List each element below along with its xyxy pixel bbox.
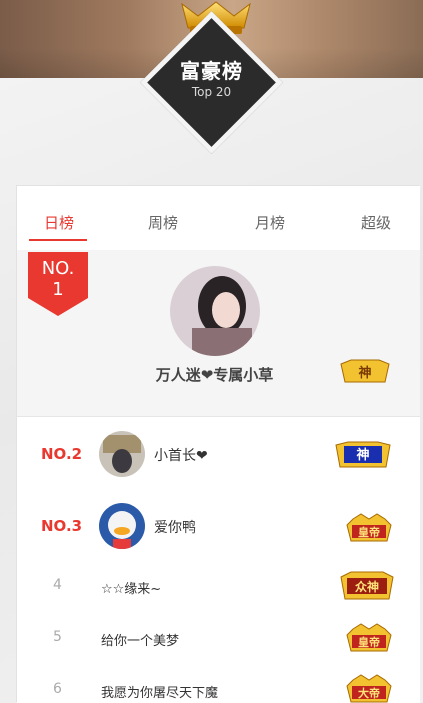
god-rank-icon: 神 <box>340 359 390 383</box>
tab-monthly[interactable]: 月榜 <box>255 212 285 233</box>
user-name: ☆☆缘来~ <box>101 582 162 597</box>
avatar[interactable] <box>99 503 145 549</box>
svg-text:皇帝: 皇帝 <box>358 525 380 539</box>
god-rank-icon: 神 <box>335 441 391 468</box>
rank-label: 6 <box>53 681 62 697</box>
avatar[interactable] <box>99 431 145 477</box>
tab-active-indicator <box>29 239 87 241</box>
emperor-rank-icon: 皇帝 <box>346 623 392 652</box>
great-emperor-rank-icon: 大帝 <box>346 674 392 703</box>
svg-text:大帝: 大帝 <box>358 686 380 700</box>
title-badge: 富豪榜 Top 20 <box>140 11 283 154</box>
tab-weekly[interactable]: 周榜 <box>148 212 178 233</box>
tab-bar: 日榜 周榜 月榜 超级 <box>17 186 420 250</box>
table-row[interactable]: NO.2 小首长❤ 神 <box>17 417 420 490</box>
rank-label: NO.2 <box>41 445 83 463</box>
table-row[interactable]: NO.3 爱你鸭 皇帝 <box>17 489 420 562</box>
tab-daily[interactable]: 日榜 <box>44 212 74 233</box>
table-row[interactable]: 5 给你一个美梦 皇帝 <box>17 612 420 665</box>
svg-text:神: 神 <box>358 365 371 381</box>
avatar[interactable] <box>170 266 260 356</box>
svg-text:神: 神 <box>356 447 369 463</box>
user-name: 爱你鸭 <box>154 520 196 536</box>
user-name: 小首长❤ <box>154 448 208 464</box>
user-name: 我愿为你屠尽天下魔 <box>101 686 219 701</box>
user-name: 给你一个美梦 <box>101 634 180 649</box>
rank-label: 5 <box>53 629 62 645</box>
rank-label: NO.3 <box>41 517 83 535</box>
first-rank-label: NO. 1 <box>41 258 75 300</box>
table-row[interactable]: 4 ☆☆缘来~ 众神 <box>17 561 420 613</box>
page-title: 富豪榜 <box>180 59 243 83</box>
table-row[interactable]: 6 我愿为你屠尽天下魔 大帝 <box>17 664 420 703</box>
emperor-rank-icon: 皇帝 <box>346 513 392 542</box>
svg-text:皇帝: 皇帝 <box>358 635 380 649</box>
svg-text:众神: 众神 <box>355 579 379 594</box>
rank-label: 4 <box>53 577 62 593</box>
page-subtitle: Top 20 <box>191 85 232 99</box>
tab-super[interactable]: 超级 <box>361 212 391 233</box>
ranking-card: 日榜 周榜 月榜 超级 NO. 1 万人迷❤专属小草 神 NO.2 小首长❤ 神… <box>16 185 420 703</box>
gods-rank-icon: 众神 <box>340 571 394 600</box>
first-place-row[interactable]: NO. 1 万人迷❤专属小草 神 <box>17 250 420 417</box>
